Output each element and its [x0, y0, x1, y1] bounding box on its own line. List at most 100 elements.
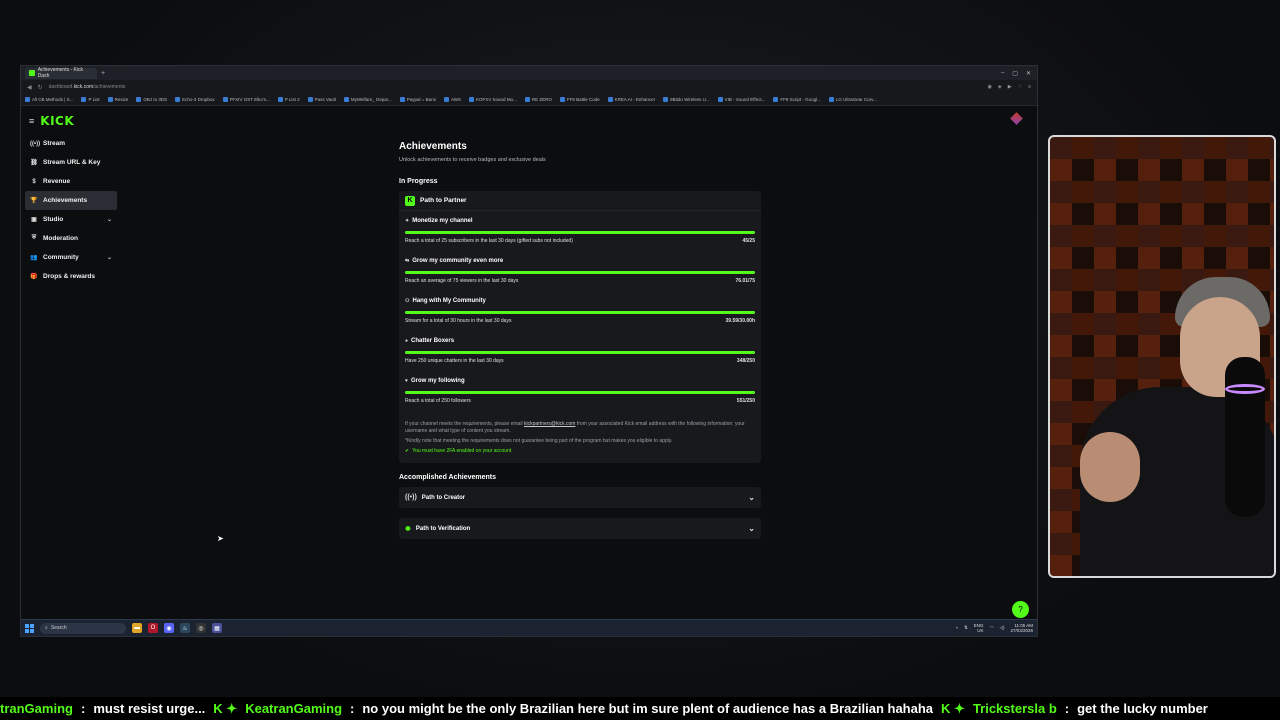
bookmark-item[interactable]: P List [81, 97, 100, 102]
help-button[interactable]: ? [1012, 601, 1029, 618]
bookmark-item[interactable]: KREA AI - Enhancer [607, 97, 655, 102]
chevron-down-icon: ⌄ [748, 493, 755, 502]
close-icon[interactable]: ✕ [1026, 70, 1031, 77]
sidebar-item-studio[interactable]: ▣ Studio ⌄ [25, 210, 117, 229]
bookmark-item[interactable]: VIB - Sound Effect... [717, 97, 766, 102]
bookmark-item[interactable]: OBJ to 3DS [136, 97, 167, 102]
accordion-path-to-verification[interactable]: ✹ Path to Verification ⌄ [399, 518, 761, 539]
kick-logo[interactable]: KICK [40, 114, 74, 128]
gift-icon: 🎁 [30, 274, 38, 280]
bookmark-favicon-icon [773, 97, 779, 102]
search-placeholder: Search [50, 625, 67, 631]
taskbar-search[interactable]: ⌕ Search [40, 622, 126, 634]
app-icon[interactable]: ▦ [212, 623, 222, 633]
chat-message: get the lucky number [1077, 701, 1208, 716]
bookmark-label: P List 2 [284, 97, 300, 102]
menu-icon[interactable]: ≡ [1028, 84, 1031, 90]
bookmark-item[interactable]: MyWelfare_ Depar... [343, 97, 392, 102]
bookmark-favicon-icon [607, 97, 613, 102]
bookmark-label: FF9 Script - Googl... [780, 97, 821, 102]
windows-start-icon[interactable] [25, 623, 34, 633]
bookmark-item[interactable]: FF8 Battle Code [559, 97, 600, 102]
accordion-path-to-creator[interactable]: ((•)) Path to Creator ⌄ [399, 487, 761, 508]
sidebar-item-label: Stream [43, 140, 66, 147]
twofa-requirement: ✔ You must have 2FA enabled on your accou… [405, 448, 755, 455]
extension-icon[interactable]: ▶ [1008, 84, 1012, 90]
heart-icon[interactable]: ♡ [1018, 84, 1022, 90]
task-value: 39.59/30.00h [725, 318, 755, 324]
chat-username: Trickstersla b [972, 701, 1057, 716]
achievement-task: ⚇ Hang with My Community Stream for a tota… [399, 291, 761, 331]
note-text: If your channel meets the requirements, … [405, 421, 755, 435]
in-progress-heading: In Progress [399, 178, 438, 185]
mouse-cursor-icon: ➤ [217, 534, 224, 543]
bookmark-item[interactable]: AWS [443, 97, 461, 102]
path-to-partner-card: K Path to Partner ✦ Monetize my channel Re… [399, 191, 761, 463]
sidebar-item-revenue[interactable]: $ Revenue [25, 172, 117, 191]
bookmark-item[interactable]: 8Bitdo Wireless U... [663, 97, 710, 102]
wifi-icon[interactable]: ◠ [990, 625, 994, 631]
volume-icon[interactable]: ◁) [1000, 625, 1005, 631]
sidebar-item-stream[interactable]: ((•)) Stream [25, 134, 117, 153]
file-explorer-icon[interactable]: ▬ [132, 623, 142, 633]
accordion-label: Path to Creator [421, 494, 466, 501]
task-value: 45/25 [742, 238, 755, 244]
language-indicator[interactable]: ENG UK [974, 623, 984, 634]
obs-icon[interactable]: ◎ [196, 623, 206, 633]
sidebar-item-label: Drops & rewards [43, 273, 96, 280]
bookmark-item[interactable]: RE ZERO [524, 97, 552, 102]
bookmark-favicon-icon [307, 97, 313, 102]
sidebar-item-moderation[interactable]: ⛨ Moderation [25, 229, 117, 248]
bookmark-item[interactable]: KOFXV Sound Mo... [469, 97, 517, 102]
bookmark-label: VIB - Sound Effect... [724, 97, 766, 102]
bookmarks-bar: All CB Methods | S... P List Resize OBJ to … [21, 94, 1037, 106]
bookmark-item[interactable]: P List 2 [277, 97, 300, 102]
browser-tab[interactable]: Achievements - Kick Dash [25, 67, 97, 79]
network-icon[interactable]: ⇅ [964, 625, 968, 631]
bookmark-favicon-icon [107, 97, 113, 102]
page-title: Achievements [399, 141, 467, 152]
bookmark-item[interactable]: FFXIV OST Elko's... [222, 97, 270, 102]
chat-separator: : [350, 701, 355, 716]
bookmark-item[interactable]: Resize [107, 97, 128, 102]
minimize-icon[interactable]: – [1001, 70, 1004, 77]
sidebar-item-stream-url-key[interactable]: ⛓ Stream URL & Key [25, 153, 117, 172]
clock[interactable]: 11:05 AM 27/03/2026 [1010, 623, 1033, 634]
task-title: ⚇ Hang with My Community [405, 298, 755, 304]
bookmark-item[interactable]: Echo-3 Dropbox [175, 97, 215, 102]
reload-icon[interactable]: ↻ [38, 84, 43, 91]
kick-emote-icon: K ✦ [213, 700, 238, 716]
broadcast-icon: ((•)) [405, 494, 417, 501]
sidebar-item-drops-rewards[interactable]: 🎁 Drops & rewards [25, 267, 117, 286]
partner-email-link[interactable]: kickpartners@kick.com [524, 421, 575, 427]
address-field[interactable]: dashboard.kick.com/achievements [49, 84, 126, 90]
extension-icon[interactable]: ◈ [998, 84, 1002, 90]
avatar[interactable] [1010, 112, 1023, 125]
new-tab-icon[interactable]: + [101, 70, 105, 77]
sidebar-item-community[interactable]: 👥 Community ⌄ [25, 248, 117, 267]
progress-fill [405, 311, 755, 314]
task-list: ✦ Monetize my channel Reach a total of 25 … [399, 211, 761, 411]
bookmark-item[interactable]: Pass Vault [307, 97, 336, 102]
note-disclaimer: *Kindly note that meeting the requiremen… [405, 438, 673, 444]
task-footer: Reach a total of 250 followers 551/250 [405, 398, 755, 404]
sidebar-item-achievements[interactable]: 🏆 Achievements [25, 191, 117, 210]
opera-icon[interactable]: O [148, 623, 158, 633]
studio-icon: ▣ [31, 217, 37, 223]
maximize-icon[interactable]: ▢ [1012, 70, 1018, 77]
discord-icon[interactable]: ◉ [164, 623, 174, 633]
steam-icon[interactable]: ♨ [180, 623, 190, 633]
bookmark-item[interactable]: FF9 Script - Googl... [773, 97, 821, 102]
tray-chevron-icon[interactable]: ^ [956, 626, 958, 631]
progress-fill [405, 271, 755, 274]
task-title-text: Grow my community even more [412, 258, 504, 264]
bookmark-item[interactable]: All CB Methods | S... [25, 97, 73, 102]
hamburger-icon[interactable]: ≡ [29, 116, 34, 126]
extension-icon[interactable]: ◉ [988, 84, 992, 90]
bookmark-item[interactable]: LG UltraGear Curv... [828, 97, 877, 102]
bookmark-label: OBJ to 3DS [143, 97, 168, 102]
bookmark-item[interactable]: Paypal = Banx [399, 97, 436, 102]
back-icon[interactable]: ◀ [27, 84, 32, 91]
chat-message: must resist urge... [93, 701, 206, 716]
bookmark-favicon-icon [828, 97, 834, 102]
